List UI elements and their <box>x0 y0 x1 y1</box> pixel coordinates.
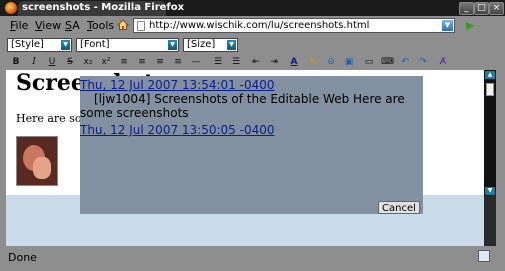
font-select[interactable]: [Font] ▼ <box>76 38 179 52</box>
image-icon[interactable]: ▣ <box>343 56 355 68</box>
scrollbar-thumb[interactable] <box>486 83 494 96</box>
go-arrow-icon[interactable]: ▶ <box>466 19 479 32</box>
font-select-value: [Font] <box>80 39 110 50</box>
source-view-icon[interactable]: ⌨ <box>381 56 394 68</box>
address-bar[interactable]: http://www.wischik.com/lu/screenshots.ht… <box>133 18 455 33</box>
maximize-button[interactable]: □ <box>474 2 489 15</box>
format-bar: [Style] ▼ [Font] ▼ [Size] ▼ <box>0 36 505 54</box>
align-left-icon[interactable]: ≡ <box>118 56 130 68</box>
status-bar: Done <box>0 246 505 271</box>
superscript-icon[interactable]: x² <box>100 56 112 68</box>
unordered-list-icon[interactable]: ☰ <box>230 56 242 68</box>
undo-icon[interactable]: ↶ <box>399 56 411 68</box>
size-select-arrow-icon: ▼ <box>227 40 236 50</box>
menu-sa-label: A <box>72 19 80 32</box>
subscript-icon[interactable]: x₂ <box>82 56 94 68</box>
menu-view-label: iew <box>42 19 62 32</box>
strikethrough-button[interactable]: S <box>64 56 76 68</box>
home-icon[interactable] <box>117 19 129 30</box>
browser-window: screenshots - Mozilla Firefox _ □ × File… <box>0 0 505 271</box>
remove-format-icon[interactable]: A̸ <box>437 56 449 68</box>
minimize-button[interactable]: _ <box>459 2 474 15</box>
thumbnail-image[interactable] <box>16 136 58 186</box>
highlight-color-icon[interactable]: ✎ <box>307 56 319 68</box>
menu-tools-label: ools <box>91 19 115 32</box>
text-color-icon[interactable]: A <box>288 56 300 68</box>
revision-text: [ljw1004] Screenshots of the Editable We… <box>80 92 405 120</box>
redo-icon[interactable]: ↷ <box>417 56 429 68</box>
close-button[interactable]: × <box>489 2 504 15</box>
editor-toolbar: B I U S x₂ x² ≡ ≡ ≡ ≡ — ☰ ☰ ⇤ ⇥ A ✎ ⊝ ▣ … <box>0 55 505 70</box>
revision-link-1[interactable]: Thu, 12 Jul 2007 13:54:01 -0400 <box>80 78 274 92</box>
revision-link-2[interactable]: Thu, 12 Jul 2007 13:50:05 -0400 <box>80 123 274 137</box>
status-icon[interactable] <box>478 250 490 262</box>
style-select-value: [Style] <box>11 39 44 50</box>
url-text: http://www.wischik.com/lu/screenshots.ht… <box>149 20 370 31</box>
menu-tools[interactable]: Tools <box>87 19 114 32</box>
justify-icon[interactable]: ≡ <box>172 56 184 68</box>
bold-button[interactable]: B <box>10 56 22 68</box>
link-icon[interactable]: ⊝ <box>325 56 337 68</box>
underline-button[interactable]: U <box>46 56 58 68</box>
scroll-up-icon[interactable]: ▲ <box>485 71 495 79</box>
menu-file[interactable]: File <box>10 19 28 32</box>
cancel-button[interactable]: Cancel <box>378 201 420 214</box>
horizontal-rule-icon[interactable]: — <box>190 56 202 68</box>
title-bar: screenshots - Mozilla Firefox _ □ × <box>0 0 505 16</box>
outdent-icon[interactable]: ⇤ <box>250 56 262 68</box>
table-icon[interactable]: ▭ <box>363 56 375 68</box>
history-popup: Thu, 12 Jul 2007 13:54:01 -0400 [ljw1004… <box>80 76 423 214</box>
page-icon <box>137 21 145 31</box>
scroll-down-icon[interactable]: ▼ <box>485 187 495 195</box>
url-dropdown-icon[interactable]: ▼ <box>442 20 453 31</box>
font-select-arrow-icon: ▼ <box>168 40 177 50</box>
menu-view[interactable]: View <box>35 19 61 32</box>
window-title: screenshots - Mozilla Firefox <box>22 2 185 13</box>
indent-icon[interactable]: ⇥ <box>268 56 280 68</box>
menu-file-label: ile <box>15 19 29 32</box>
menu-sa[interactable]: SA <box>65 19 80 32</box>
align-right-icon[interactable]: ≡ <box>154 56 166 68</box>
menu-bar: File View SA Tools http://www.wischik.co… <box>0 16 505 36</box>
vertical-scrollbar[interactable]: ▲ ▼ <box>484 70 496 196</box>
browser-chrome: File View SA Tools http://www.wischik.co… <box>0 16 505 70</box>
size-select-value: [Size] <box>187 39 216 50</box>
ordered-list-icon[interactable]: ☰ <box>212 56 224 68</box>
align-center-icon[interactable]: ≡ <box>136 56 148 68</box>
style-select[interactable]: [Style] ▼ <box>7 38 72 52</box>
style-select-arrow-icon: ▼ <box>61 40 70 50</box>
italic-button[interactable]: I <box>28 56 40 68</box>
status-text: Done <box>8 251 37 264</box>
image-shape <box>33 157 51 179</box>
window-frame-right <box>496 70 505 246</box>
firefox-icon <box>5 2 17 14</box>
size-select[interactable]: [Size] ▼ <box>183 38 238 52</box>
